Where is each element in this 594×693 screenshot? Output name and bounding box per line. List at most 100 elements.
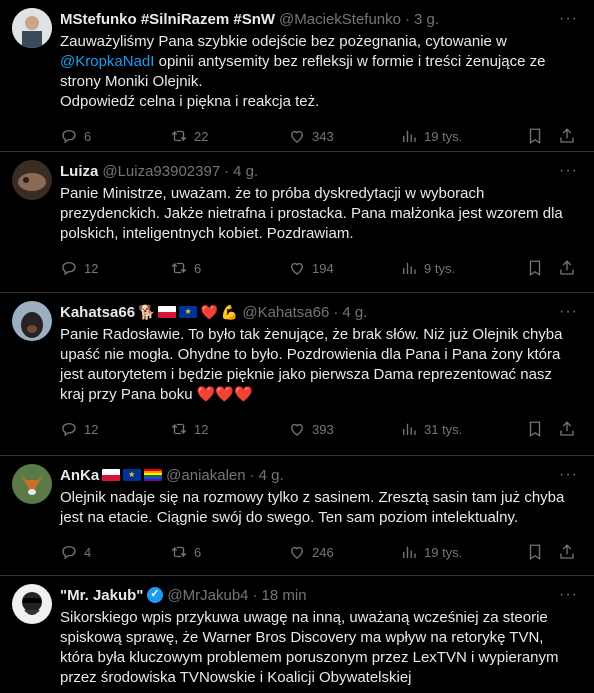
heart-emoji-icon: ❤️ [200,303,218,320]
tweet[interactable]: AnKa @aniakalen · 4 g. ··· Olejnik nadaj… [0,456,594,576]
avatar-image [12,464,52,504]
action-bar: 4 6 246 19 tys. [60,528,578,576]
reply-count: 12 [84,421,99,437]
views-count: 19 tys. [424,128,463,144]
author-handle[interactable]: @Kahatsa66 [242,304,329,321]
views-icon [403,546,416,558]
share-button[interactable] [558,543,578,561]
views-icon [403,262,416,274]
views-button[interactable]: 19 tys. [400,543,526,561]
avatar[interactable] [12,464,52,504]
reply-button[interactable]: 12 [60,420,170,438]
like-button[interactable]: 246 [288,543,400,561]
share-button[interactable] [558,127,578,145]
share-button[interactable] [558,259,578,277]
bookmark-button[interactable] [526,420,558,438]
views-count: 31 tys. [424,421,463,437]
avatar-image [12,160,52,200]
tweet[interactable]: Luiza @Luiza93902397 · 4 g. ··· Panie Mi… [0,152,594,293]
share-icon [560,260,574,275]
retweet-button[interactable]: 6 [170,259,288,277]
author-name[interactable]: Luiza [60,163,98,180]
retweet-count: 6 [194,544,202,560]
author-handle[interactable]: @aniakalen [166,467,245,484]
retweet-count: 6 [194,260,202,276]
poland-flag-icon [158,306,177,318]
more-icon[interactable]: ··· [559,10,578,28]
reply-icon [62,546,76,560]
timestamp[interactable]: 4 g. [233,163,258,180]
mention-link[interactable]: @KropkaNadI [60,53,154,70]
bookmark-button[interactable] [526,127,558,145]
separator-dot: · [224,162,230,180]
reply-icon [62,423,76,437]
share-icon [560,421,574,436]
tweet-text: Olejnik nadaje się na rozmowy tylko z sa… [60,489,565,526]
more-icon[interactable]: ··· [559,303,578,321]
rainbow-flag-icon [144,469,163,481]
tweet-text-part: Zauważyliśmy Pana szybkie odejście bez p… [60,33,507,50]
timestamp[interactable]: 4 g. [342,304,367,321]
like-count: 246 [312,544,334,560]
author-handle[interactable]: @MrJakub4 [167,587,248,604]
heart-icon [291,546,303,559]
separator-dot: · [252,586,258,604]
separator-dot: · [405,10,410,28]
tweet[interactable]: Kahatsa66 🐕 ❤️ 💪 @Kahatsa66 · 4 g. ··· P… [0,293,594,456]
retweet-button[interactable]: 12 [170,420,288,438]
author-handle[interactable]: @MaciekStefunko [279,11,401,28]
tweet[interactable]: MStefunko #SilniRazem #SnW @MaciekStefun… [0,0,594,152]
more-icon[interactable]: ··· [559,466,578,484]
bookmark-icon [529,260,541,277]
like-button[interactable]: 393 [288,420,400,438]
reply-icon [62,262,76,276]
views-icon [403,423,416,435]
author-handle[interactable]: @Luiza93902397 [102,163,220,180]
author-name[interactable]: MStefunko #SilniRazem #SnW [60,11,275,28]
more-icon[interactable]: ··· [559,586,578,604]
views-count: 9 tys. [424,260,456,276]
author-name[interactable]: "Mr. Jakub" [60,587,143,604]
avatar[interactable] [12,584,52,624]
tweet-text: Sikorskiego wpis przykuwa uwagę na inną,… [60,609,559,686]
avatar[interactable] [12,301,52,341]
avatar-image [12,301,52,341]
share-button[interactable] [558,420,578,438]
views-button[interactable]: 9 tys. [400,259,526,277]
author-name[interactable]: Kahatsa66 [60,304,135,321]
eu-flag-icon [123,469,142,481]
more-icon[interactable]: ··· [559,162,578,180]
separator-dot: · [249,466,255,484]
bookmark-icon [529,544,541,561]
heart-icon [291,262,303,275]
tweet-text: Panie Radosławie. To było tak żenujące, … [60,326,563,403]
views-button[interactable]: 19 tys. [400,127,526,145]
heart-icon [291,423,303,436]
action-bar: 12 12 393 31 tys. [60,405,578,453]
reply-count: 6 [84,128,92,144]
reply-button[interactable]: 4 [60,543,170,561]
views-icon [403,130,416,142]
retweet-button[interactable]: 6 [170,543,288,561]
poland-flag-icon [102,469,121,481]
timestamp[interactable]: 4 g. [259,467,284,484]
retweet-icon [171,546,187,558]
tweet[interactable]: "Mr. Jakub" @MrJakub4 · 18 min ··· Sikor… [0,576,594,693]
author-name[interactable]: AnKa [60,467,99,484]
bookmark-button[interactable] [526,259,558,277]
reply-button[interactable]: 12 [60,259,170,277]
timestamp[interactable]: 3 g. [414,11,439,28]
reply-count: 4 [84,544,92,560]
like-button[interactable]: 343 [288,127,400,145]
bookmark-icon [529,128,541,145]
avatar-image [12,8,52,48]
views-button[interactable]: 31 tys. [400,420,526,438]
tweet-text: Panie Ministrze, uważam. że to próba dys… [60,185,563,242]
reply-button[interactable]: 6 [60,127,170,145]
retweet-button[interactable]: 22 [170,127,288,145]
avatar[interactable] [12,160,52,200]
avatar[interactable] [12,8,52,48]
bookmark-button[interactable] [526,543,558,561]
timestamp[interactable]: 18 min [262,587,307,604]
like-button[interactable]: 194 [288,259,400,277]
